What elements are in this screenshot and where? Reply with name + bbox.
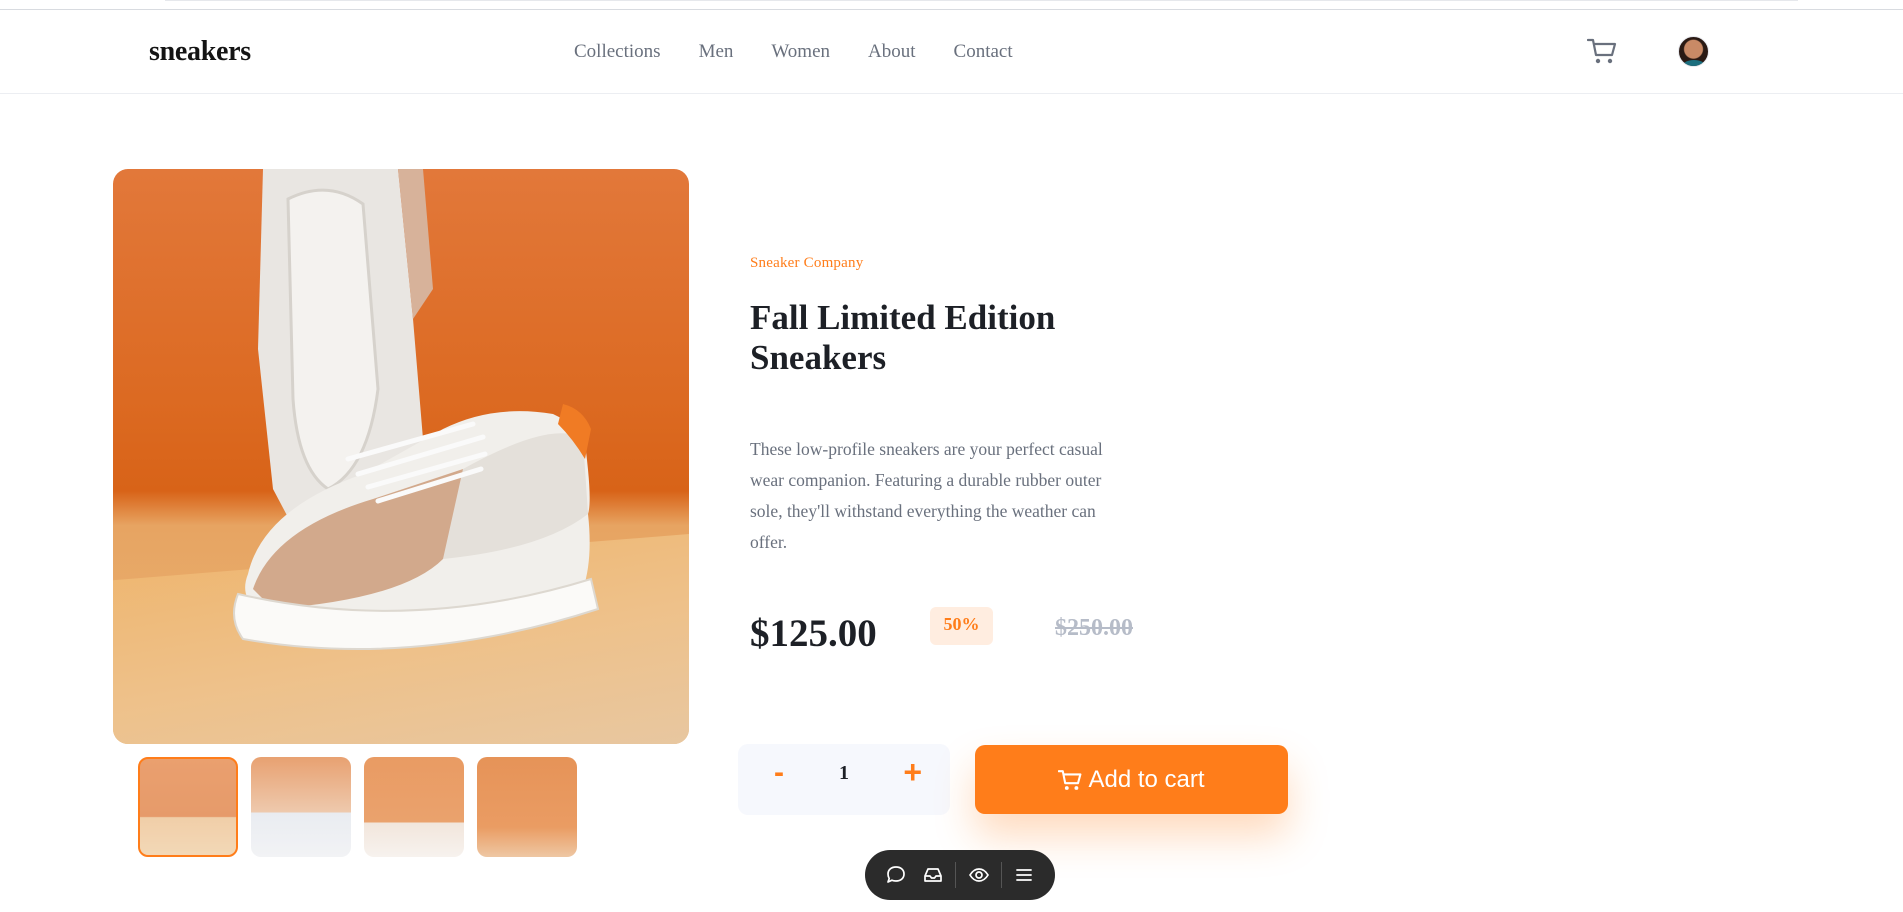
current-price: $125.00 xyxy=(750,612,877,655)
original-price: $250.00 xyxy=(1055,615,1133,641)
cart-icon xyxy=(1058,769,1082,790)
thumbnail-2[interactable] xyxy=(251,757,351,857)
product-gallery xyxy=(113,169,689,857)
add-to-cart-button[interactable]: Add to cart xyxy=(975,745,1288,814)
inbox-icon[interactable] xyxy=(914,859,951,891)
sneaker-illustration xyxy=(233,169,600,650)
menu-icon[interactable] xyxy=(1006,859,1043,891)
increase-quantity-button[interactable]: + xyxy=(903,754,922,791)
thumbnail-4[interactable] xyxy=(477,757,577,857)
price-row: $125.00 50% $250.00 xyxy=(750,607,1170,657)
company-name: Sneaker Company xyxy=(750,255,864,271)
nav-contact[interactable]: Contact xyxy=(954,41,1013,63)
toolbar-divider xyxy=(955,862,956,888)
main-nav: Collections Men Women About Contact xyxy=(574,41,1051,63)
cart-icon xyxy=(1586,38,1617,64)
thumbnail-strip xyxy=(138,757,577,857)
thumbnail-1[interactable] xyxy=(138,757,238,857)
site-header: sneakers Collections Men Women About Con… xyxy=(0,10,1903,94)
site-logo[interactable]: sneakers xyxy=(149,36,251,68)
toolbar-divider xyxy=(1001,862,1002,888)
nav-collections[interactable]: Collections xyxy=(574,41,661,63)
discount-badge: 50% xyxy=(930,607,993,645)
add-to-cart-label: Add to cart xyxy=(1088,765,1205,793)
product-title: Fall Limited Edition Sneakers xyxy=(750,298,1056,377)
floating-toolbar xyxy=(865,850,1055,900)
nav-women[interactable]: Women xyxy=(771,41,830,63)
product-details: Sneaker Company Fall Limited Edition Sne… xyxy=(750,255,1170,655)
user-avatar[interactable] xyxy=(1678,36,1709,67)
chat-icon[interactable] xyxy=(877,859,914,891)
thumbnail-3[interactable] xyxy=(364,757,464,857)
nav-about[interactable]: About xyxy=(868,41,916,63)
eye-icon[interactable] xyxy=(960,859,997,891)
browser-top-strip xyxy=(0,0,1903,10)
cart-button[interactable] xyxy=(1586,37,1617,65)
quantity-stepper: - 1 + xyxy=(738,744,950,815)
main-product-image[interactable] xyxy=(113,169,689,744)
nav-men[interactable]: Men xyxy=(699,41,734,63)
product-description: These low-profile sneakers are your perf… xyxy=(750,439,1103,552)
top-divider xyxy=(165,0,1798,2)
